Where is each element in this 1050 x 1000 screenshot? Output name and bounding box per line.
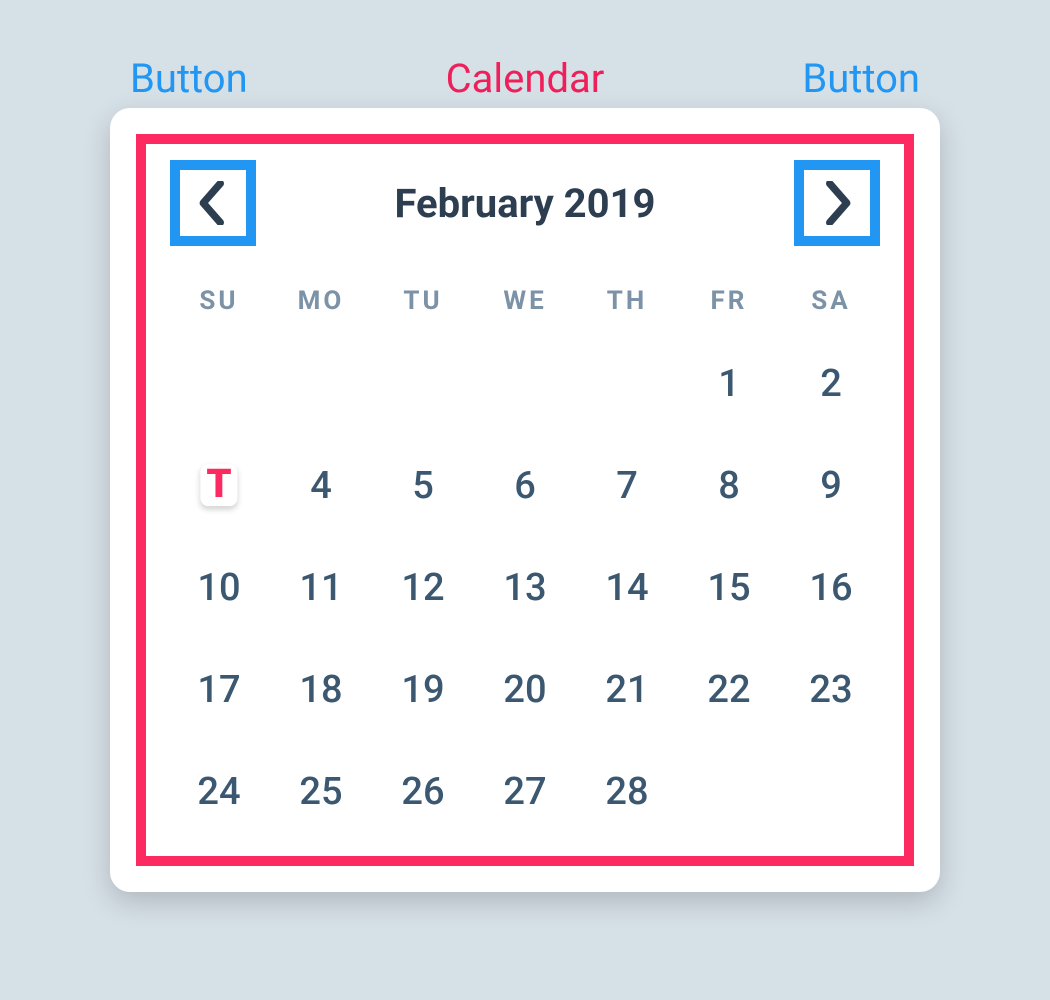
weekday-header: Th: [576, 276, 678, 318]
next-month-button[interactable]: [794, 160, 880, 246]
day-cell[interactable]: 10: [168, 552, 270, 624]
weekday-header: Mo: [270, 276, 372, 318]
calendar-card: February 2019 SuMoTuWeThFrSa12T456789101…: [110, 108, 940, 892]
day-cell[interactable]: 24: [168, 756, 270, 828]
chevron-right-icon: [822, 181, 852, 225]
day-cell-empty: [780, 756, 882, 828]
calendar-title: February 2019: [395, 180, 656, 227]
day-cell[interactable]: 25: [270, 756, 372, 828]
weekday-header: Fr: [678, 276, 780, 318]
annot-mid-label: Calendar: [446, 55, 605, 102]
calendar-header: February 2019: [168, 154, 882, 254]
annot-right-label: Button: [802, 55, 920, 102]
day-cell[interactable]: 16: [780, 552, 882, 624]
day-cell[interactable]: 9: [780, 450, 882, 522]
day-cell[interactable]: 4: [270, 450, 372, 522]
day-cell[interactable]: 17: [168, 654, 270, 726]
day-cell-empty: [168, 348, 270, 420]
weekday-header: Su: [168, 276, 270, 318]
day-cell-empty: [270, 348, 372, 420]
day-cell[interactable]: 28: [576, 756, 678, 828]
day-cell[interactable]: 1: [678, 348, 780, 420]
day-cell[interactable]: 13: [474, 552, 576, 624]
annotation-row: Button Calendar Button: [110, 55, 940, 102]
weekday-header: We: [474, 276, 576, 318]
prev-month-button[interactable]: [170, 160, 256, 246]
chevron-left-icon: [198, 181, 228, 225]
annot-left-label: Button: [130, 55, 248, 102]
day-cell[interactable]: 6: [474, 450, 576, 522]
day-cell[interactable]: 21: [576, 654, 678, 726]
day-cell[interactable]: 7: [576, 450, 678, 522]
day-cell[interactable]: 11: [270, 552, 372, 624]
day-cell-empty: [372, 348, 474, 420]
day-cell-empty: [678, 756, 780, 828]
day-cell[interactable]: 20: [474, 654, 576, 726]
day-cell[interactable]: 14: [576, 552, 678, 624]
day-cell[interactable]: 8: [678, 450, 780, 522]
weekday-header: Tu: [372, 276, 474, 318]
day-cell[interactable]: 5: [372, 450, 474, 522]
day-cell[interactable]: 2: [780, 348, 882, 420]
day-cell[interactable]: 12: [372, 552, 474, 624]
day-cell[interactable]: 23: [780, 654, 882, 726]
calendar-grid: SuMoTuWeThFrSa12T45678910111213141516171…: [168, 276, 882, 828]
day-cell[interactable]: 19: [372, 654, 474, 726]
today-badge: T: [200, 464, 237, 506]
day-cell[interactable]: 15: [678, 552, 780, 624]
day-cell[interactable]: 27: [474, 756, 576, 828]
day-cell[interactable]: 26: [372, 756, 474, 828]
weekday-header: Sa: [780, 276, 882, 318]
day-cell-empty: [576, 348, 678, 420]
day-cell-empty: [474, 348, 576, 420]
calendar-frame: February 2019 SuMoTuWeThFrSa12T456789101…: [136, 134, 914, 866]
day-cell[interactable]: 18: [270, 654, 372, 726]
day-cell[interactable]: T: [168, 450, 270, 522]
day-cell[interactable]: 22: [678, 654, 780, 726]
